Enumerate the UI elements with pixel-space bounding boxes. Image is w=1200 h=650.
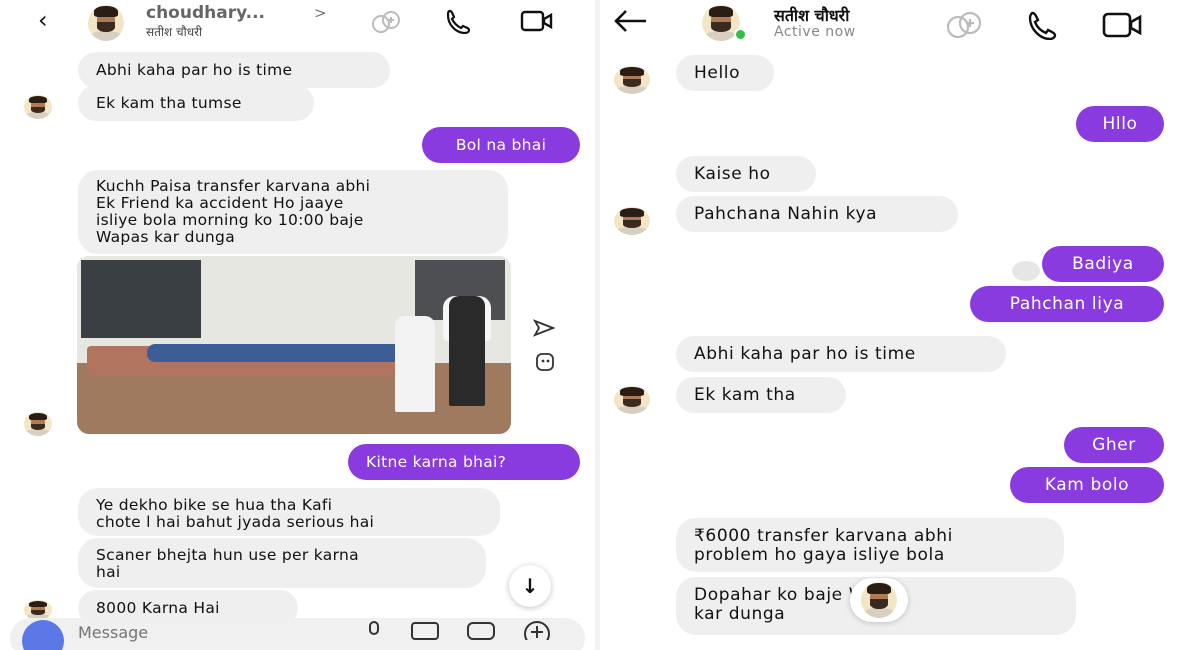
- message-outgoing: Pahchan liya: [970, 286, 1164, 322]
- send-icon[interactable]: [532, 319, 556, 341]
- message-input[interactable]: [78, 620, 328, 644]
- contact-avatar[interactable]: [88, 5, 124, 41]
- message-outgoing: Bol na bhai: [422, 127, 580, 163]
- seen-indicator: [1012, 261, 1040, 281]
- add-people-icon[interactable]: [370, 9, 402, 39]
- contact-name[interactable]: सतीश चौधरी: [774, 4, 849, 26]
- scroll-down-button[interactable]: ↓: [509, 565, 551, 607]
- video-icon[interactable]: [1102, 11, 1144, 43]
- message-incoming: Hello: [676, 55, 774, 91]
- message-incoming: Abhi kaha par ho is time: [78, 52, 390, 88]
- plus-icon[interactable]: [520, 620, 554, 647]
- message-incoming: Scaner bhejta hun use per karna hai: [78, 538, 486, 588]
- right-chat-header: सतीश चौधरी Active now: [600, 0, 1200, 48]
- sender-avatar: [614, 207, 650, 235]
- message-incoming: Ye dekho bike se hua tha Kafi chote l ha…: [78, 488, 500, 536]
- back-arrow-icon[interactable]: ‹: [38, 6, 48, 34]
- active-status: Active now: [774, 24, 856, 40]
- contact-subname: सतीश चौधरी: [146, 25, 203, 39]
- message-outgoing: Kitne karna bhai?: [348, 444, 580, 480]
- back-arrow-icon[interactable]: [610, 6, 650, 40]
- contact-name[interactable]: choudhary...: [146, 3, 265, 23]
- message-incoming: Ek kam tha: [676, 377, 846, 413]
- video-icon[interactable]: [520, 9, 554, 37]
- message-incoming: ₹6000 transfer karvana abhi problem ho g…: [676, 518, 1064, 572]
- add-people-icon[interactable]: [944, 10, 984, 44]
- floating-reaction-avatar[interactable]: [850, 578, 908, 622]
- left-chat-panel: ‹ choudhary... > सतीश चौधरी Abhi kaha pa…: [0, 0, 595, 650]
- sender-avatar: [24, 600, 52, 620]
- sticker-icon[interactable]: [535, 352, 555, 376]
- message-incoming: Pahchana Nahin kya: [676, 196, 958, 232]
- message-outgoing: Kam bolo: [1010, 467, 1164, 503]
- left-chat-header: ‹ choudhary... > सतीश चौधरी: [0, 0, 595, 44]
- phone-icon[interactable]: [1026, 10, 1062, 44]
- chevron-right-icon[interactable]: >: [314, 4, 327, 22]
- message-incoming: Ek kam tha tumse: [78, 85, 314, 121]
- message-outgoing: Hllo: [1076, 106, 1164, 142]
- message-outgoing: Badiya: [1042, 246, 1164, 282]
- right-chat-panel: सतीश चौधरी Active now Hello Hllo Kaise h…: [600, 0, 1200, 650]
- sender-avatar: [614, 386, 650, 414]
- online-status-dot: [734, 28, 747, 41]
- sender-avatar: [24, 412, 52, 436]
- mic-icon[interactable]: [365, 620, 383, 645]
- sticker-icon[interactable]: [466, 620, 496, 645]
- message-outgoing: Gher: [1064, 427, 1164, 463]
- accident-photo[interactable]: [77, 256, 511, 434]
- sender-avatar: [614, 66, 650, 94]
- contact-avatar: [861, 582, 897, 618]
- gallery-icon[interactable]: [410, 620, 440, 645]
- message-incoming: Abhi kaha par ho is time: [676, 336, 1006, 372]
- message-incoming: Kuchh Paisa transfer karvana abhi Ek Fri…: [78, 170, 508, 254]
- message-incoming: Kaise ho: [676, 156, 816, 192]
- phone-icon[interactable]: [444, 8, 474, 38]
- sender-avatar: [24, 95, 52, 119]
